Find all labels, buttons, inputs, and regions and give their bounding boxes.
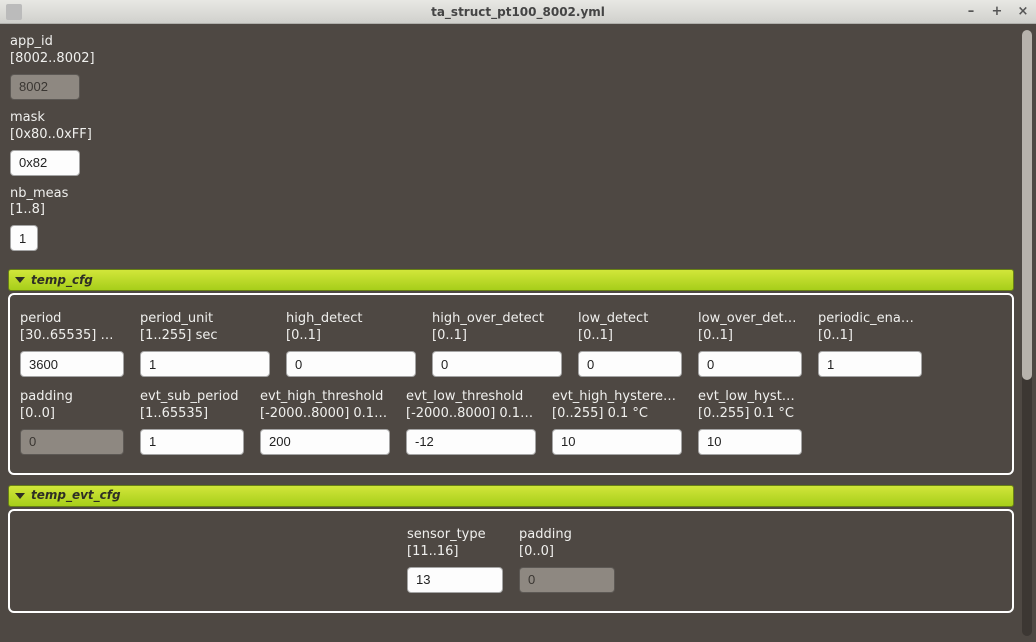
cell-label: low_detect [578, 311, 682, 328]
period-unit-input[interactable] [140, 351, 270, 377]
cell-label: evt_low_threshold [406, 389, 536, 406]
cell-label: evt_low_hystere… [698, 389, 802, 406]
mask-input[interactable] [10, 150, 80, 176]
evt-low-threshold-input[interactable] [406, 429, 536, 455]
cell-evt-high-threshold: evt_high_threshold [-2000..8000] 0.1… [260, 389, 390, 455]
cell-label: padding [20, 389, 124, 406]
cell-low-over-detect: low_over_det… [0..1] [698, 311, 802, 377]
cell-label: evt_high_hystere… [552, 389, 682, 406]
top-fields: app_id [8002..8002] mask [0x80..0xFF] nb… [8, 28, 1014, 267]
cell-range: [0..0] [20, 406, 124, 423]
cell-range: [-2000..8000] 0.1… [260, 406, 390, 423]
cell-range: [1..255] sec [140, 328, 270, 345]
minimize-button[interactable]: – [962, 3, 980, 21]
close-button[interactable]: × [1014, 3, 1032, 21]
group-temp-evt-cfg: temp_evt_cfg sensor_type [11..16] paddin… [8, 485, 1014, 613]
cell-range: [0..1] [698, 328, 802, 345]
nb-meas-input[interactable] [10, 225, 38, 251]
cell-range: [11..16] [407, 544, 503, 561]
cell-high-detect: high_detect [0..1] [286, 311, 416, 377]
cell-range: [0..255] 0.1 °C [698, 406, 802, 423]
evt-high-threshold-input[interactable] [260, 429, 390, 455]
titlebar: ta_struct_pt100_8002.yml – + × [0, 0, 1036, 24]
expand-collapse-icon [15, 493, 25, 499]
cell-label: padding [519, 527, 615, 544]
padding-2-input [519, 567, 615, 593]
cell-label: period [20, 311, 124, 328]
periodic-enable-input[interactable] [818, 351, 922, 377]
app-icon [6, 4, 22, 20]
cell-range: [0..0] [519, 544, 615, 561]
app-id-input [10, 74, 80, 100]
cell-range: [0..1] [286, 328, 416, 345]
low-detect-input[interactable] [578, 351, 682, 377]
cell-padding: padding [0..0] [20, 389, 124, 455]
cell-label: low_over_det… [698, 311, 802, 328]
cell-label: high_over_detect [432, 311, 562, 328]
cell-period: period [30..65535] … [20, 311, 124, 377]
cell-periodic-enable: periodic_ena… [0..1] [818, 311, 922, 377]
cell-label: high_detect [286, 311, 416, 328]
sensor-type-input[interactable] [407, 567, 503, 593]
padding-input [20, 429, 124, 455]
cell-range: [0..1] [818, 328, 922, 345]
cell-low-detect: low_detect [0..1] [578, 311, 682, 377]
field-label: mask [10, 110, 1012, 127]
cell-padding-2: padding [0..0] [519, 527, 615, 593]
period-input[interactable] [20, 351, 124, 377]
cell-sensor-type: sensor_type [11..16] [407, 527, 503, 593]
window-controls: – + × [962, 3, 1032, 21]
cell-range: [-2000..8000] 0.1… [406, 406, 536, 423]
cell-evt-sub-period: evt_sub_period [1..65535] [140, 389, 244, 455]
maximize-button[interactable]: + [988, 3, 1006, 21]
app-window: ta_struct_pt100_8002.yml – + × app_id [8… [0, 0, 1036, 642]
cell-range: [1..65535] [140, 406, 244, 423]
evt-sub-period-input[interactable] [140, 429, 244, 455]
cell-range: [0..255] 0.1 °C [552, 406, 682, 423]
vertical-scrollbar[interactable] [1020, 28, 1034, 638]
group-header-temp-evt-cfg[interactable]: temp_evt_cfg [8, 485, 1014, 507]
group-body-temp-evt-cfg: sensor_type [11..16] padding [0..0] [8, 509, 1014, 613]
high-detect-input[interactable] [286, 351, 416, 377]
field-label: nb_meas [10, 186, 1012, 203]
client-area: app_id [8002..8002] mask [0x80..0xFF] nb… [0, 24, 1036, 642]
content-pane: app_id [8002..8002] mask [0x80..0xFF] nb… [8, 28, 1020, 638]
evt-low-hysteresis-input[interactable] [698, 429, 802, 455]
cell-label: period_unit [140, 311, 270, 328]
cell-high-over-detect: high_over_detect [0..1] [432, 311, 562, 377]
group-title: temp_evt_cfg [31, 488, 121, 504]
field-mask: mask [0x80..0xFF] [10, 110, 1012, 176]
center-row: sensor_type [11..16] padding [0..0] [20, 527, 1002, 593]
cell-label: evt_high_threshold [260, 389, 390, 406]
field-range: [1..8] [10, 202, 1012, 219]
cell-evt-low-hysteresis: evt_low_hystere… [0..255] 0.1 °C [698, 389, 802, 455]
field-label: app_id [10, 34, 1012, 51]
field-nb-meas: nb_meas [1..8] [10, 186, 1012, 252]
cell-range: [30..65535] … [20, 328, 124, 345]
group-temp-cfg: temp_cfg period [30..65535] … period_uni… [8, 269, 1014, 475]
evt-high-hysteresis-input[interactable] [552, 429, 682, 455]
low-over-detect-input[interactable] [698, 351, 802, 377]
cell-label: sensor_type [407, 527, 503, 544]
group-body-temp-cfg: period [30..65535] … period_unit [1..255… [8, 293, 1014, 475]
high-over-detect-input[interactable] [432, 351, 562, 377]
expand-collapse-icon [15, 277, 25, 283]
field-range: [0x80..0xFF] [10, 127, 1012, 144]
cell-range: [0..1] [432, 328, 562, 345]
cell-label: evt_sub_period [140, 389, 244, 406]
cell-evt-high-hysteresis: evt_high_hystere… [0..255] 0.1 °C [552, 389, 682, 455]
field-range: [8002..8002] [10, 51, 1012, 68]
scrollbar-thumb[interactable] [1022, 30, 1032, 380]
cell-period-unit: period_unit [1..255] sec [140, 311, 270, 377]
field-app-id: app_id [8002..8002] [10, 34, 1012, 100]
group-header-temp-cfg[interactable]: temp_cfg [8, 269, 1014, 291]
cell-label: periodic_ena… [818, 311, 922, 328]
window-title: ta_struct_pt100_8002.yml [431, 5, 605, 19]
group-title: temp_cfg [31, 273, 93, 289]
cell-range: [0..1] [578, 328, 682, 345]
cell-evt-low-threshold: evt_low_threshold [-2000..8000] 0.1… [406, 389, 536, 455]
